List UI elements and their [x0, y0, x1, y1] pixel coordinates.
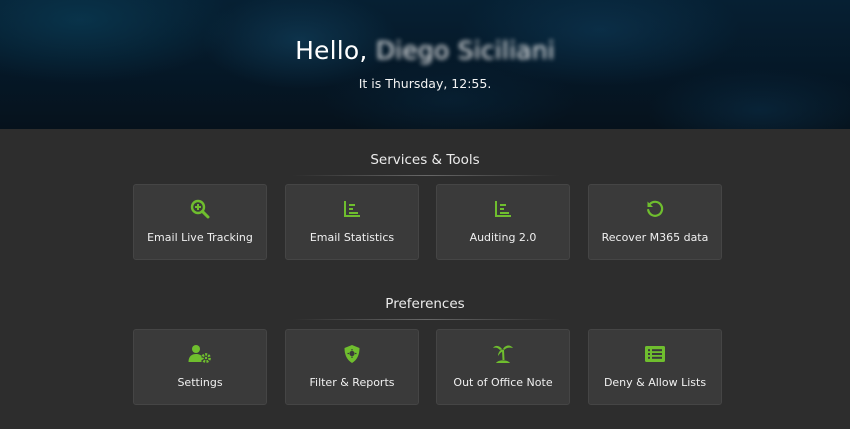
card-label: Auditing 2.0 [469, 231, 537, 244]
greeting-prefix: Hello, [295, 36, 368, 65]
auditing-card[interactable]: Auditing 2.0 [436, 184, 570, 260]
preferences-divider [292, 319, 560, 320]
card-label: Settings [177, 376, 223, 389]
recover-m365-card[interactable]: Recover M365 data [588, 184, 722, 260]
card-label: Out of Office Note [453, 376, 553, 389]
current-datetime: It is Thursday, 12:55. [358, 76, 492, 91]
undo-icon [589, 199, 721, 219]
bar-chart-icon [286, 199, 418, 219]
bar-chart-icon [437, 199, 569, 219]
list-icon [589, 344, 721, 364]
services-divider [292, 175, 560, 176]
card-label: Recover M365 data [601, 231, 709, 244]
user-name: Diego Siciliani [375, 36, 555, 65]
preferences-section-title: Preferences [385, 296, 465, 312]
email-statistics-card[interactable]: Email Statistics [285, 184, 419, 260]
out-of-office-card[interactable]: Out of Office Note [436, 329, 570, 405]
email-live-tracking-card[interactable]: Email Live Tracking [133, 184, 267, 260]
filter-reports-card[interactable]: Filter & Reports [285, 329, 419, 405]
search-plus-icon [134, 199, 266, 219]
palm-tree-icon [437, 344, 569, 364]
card-label: Email Statistics [309, 231, 395, 244]
card-label: Filter & Reports [309, 376, 395, 389]
card-label: Deny & Allow Lists [603, 376, 707, 389]
shield-virus-icon [286, 344, 418, 364]
header-banner: Hello, Diego Siciliani It is Thursday, 1… [0, 0, 850, 129]
deny-allow-lists-card[interactable]: Deny & Allow Lists [588, 329, 722, 405]
card-label: Email Live Tracking [147, 231, 253, 244]
greeting: Hello, Diego Siciliani [0, 36, 850, 65]
services-section-title: Services & Tools [370, 152, 480, 168]
user-gear-icon [134, 344, 266, 364]
settings-card[interactable]: Settings [133, 329, 267, 405]
